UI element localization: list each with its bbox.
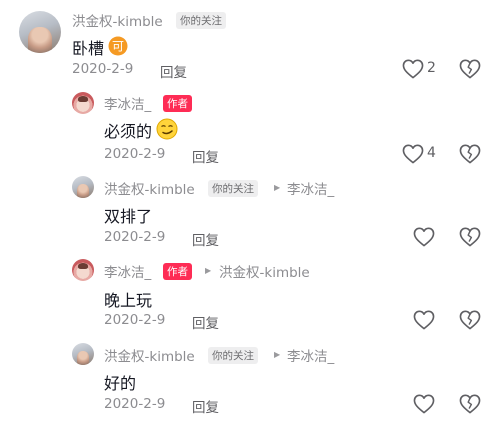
like-count: 4 [427, 145, 436, 161]
following-badge: 你的关注 [208, 180, 258, 197]
comment-date: 2020-2-9 [104, 229, 166, 245]
comment-date: 2020-2-9 [104, 396, 166, 412]
comment-text: 双排了 [104, 207, 153, 226]
broken-heart-icon[interactable] [459, 227, 481, 247]
reply-arrow-icon: ▶ [274, 350, 281, 359]
avatar[interactable] [72, 176, 94, 198]
comment-date: 2020-2-9 [72, 61, 134, 77]
reply-button[interactable]: 回复 [192, 312, 219, 332]
comment-username[interactable]: 洪金权-kimble [104, 178, 195, 198]
reply-to-username[interactable]: 李冰洁_ [287, 178, 334, 198]
comment-date: 2020-2-9 [104, 146, 166, 162]
heart-icon[interactable] [402, 59, 424, 79]
broken-heart-icon[interactable] [459, 59, 481, 79]
heart-icon[interactable] [413, 310, 435, 330]
following-badge: 你的关注 [208, 347, 258, 364]
reply-button[interactable]: 回复 [192, 229, 219, 249]
author-badge: 作者 [163, 95, 192, 112]
broken-heart-icon[interactable] [459, 144, 481, 164]
author-badge: 作者 [163, 263, 192, 280]
comment-username[interactable]: 李冰洁_ [104, 261, 151, 281]
comment-text: 卧槽 [72, 39, 105, 58]
comment-username[interactable]: 洪金权-kimble [104, 345, 195, 365]
smirk-emoji-icon [156, 118, 178, 144]
comment-text: 晚上玩 [104, 291, 153, 310]
avatar[interactable] [19, 11, 61, 53]
heart-icon[interactable] [402, 144, 424, 164]
like-count: 2 [427, 60, 436, 76]
heart-icon[interactable] [413, 227, 435, 247]
following-badge: 你的关注 [176, 12, 226, 29]
avatar[interactable] [72, 92, 94, 114]
svg-text:可: 可 [112, 40, 124, 54]
reply-to-username[interactable]: 李冰洁_ [287, 345, 334, 365]
broken-heart-icon[interactable] [459, 394, 481, 414]
comment-date: 2020-2-9 [104, 312, 166, 328]
reply-arrow-icon: ▶ [205, 266, 212, 275]
reply-arrow-icon: ▶ [274, 183, 281, 192]
comment-username[interactable]: 洪金权-kimble [72, 10, 163, 30]
broken-heart-icon[interactable] [459, 310, 481, 330]
heart-icon[interactable] [413, 394, 435, 414]
reply-button[interactable]: 回复 [160, 61, 187, 81]
avatar[interactable] [72, 259, 94, 281]
reply-button[interactable]: 回复 [192, 396, 219, 416]
reply-to-username[interactable]: 洪金权-kimble [219, 261, 310, 281]
avatar[interactable] [72, 343, 94, 365]
comment-username[interactable]: 李冰洁_ [104, 93, 151, 113]
comment-text: 好的 [104, 374, 137, 393]
ke-emoji-icon: 可 [108, 36, 128, 60]
comment-text: 必须的 [104, 122, 153, 141]
reply-button[interactable]: 回复 [192, 146, 219, 166]
